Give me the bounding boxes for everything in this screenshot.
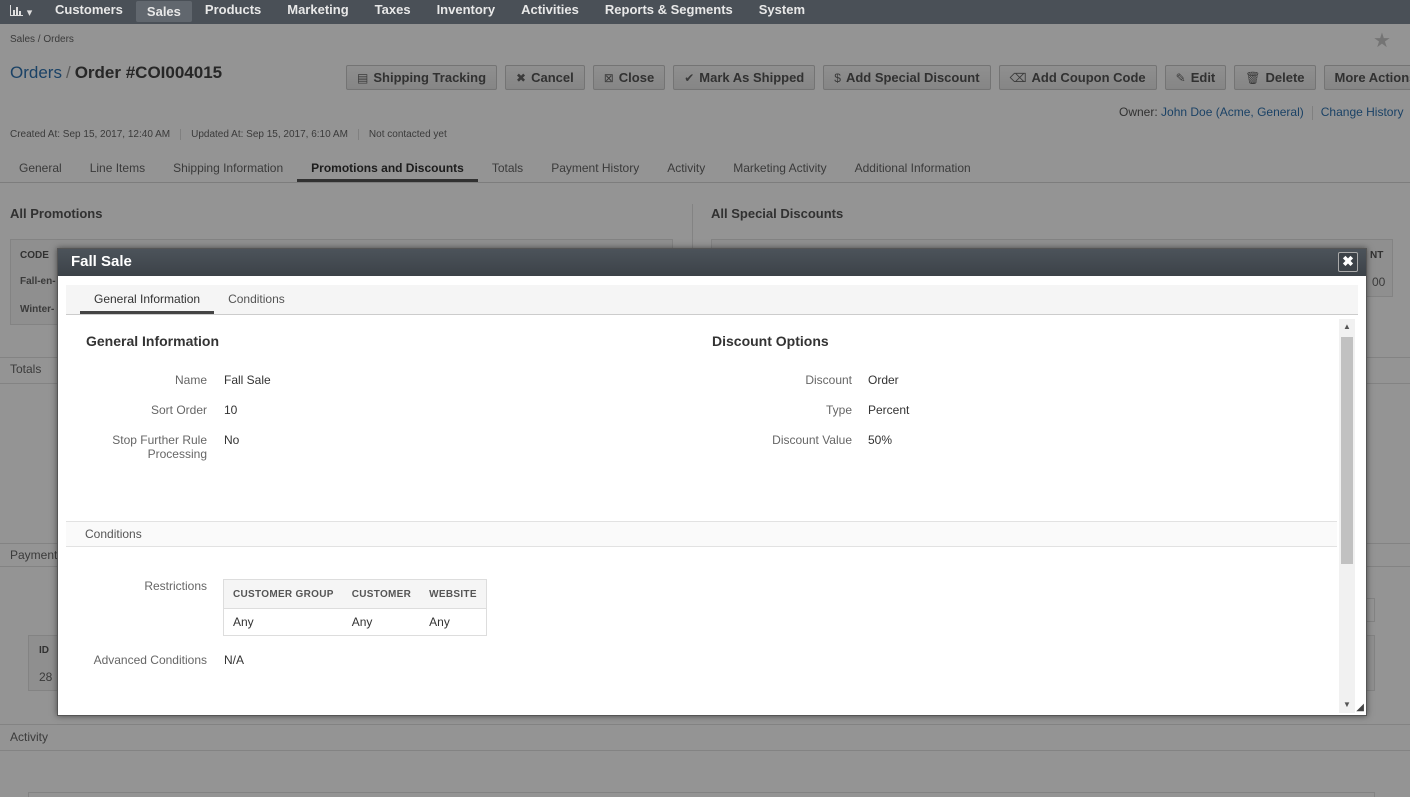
nav-marketing[interactable]: Marketing — [274, 0, 361, 24]
nav-activities[interactable]: Activities — [508, 0, 592, 24]
scroll-down-icon[interactable]: ▼ — [1339, 697, 1355, 713]
dialog-body: General Information Name Fall Sale Sort … — [66, 317, 1337, 713]
dialog-scrollbar[interactable]: ▲ ▼ — [1339, 319, 1355, 713]
nav-sales[interactable]: Sales — [135, 0, 192, 22]
dialog-tabs: General Information Conditions — [66, 285, 1358, 315]
scroll-up-icon[interactable]: ▲ — [1339, 319, 1355, 335]
close-icon[interactable]: ✖ — [1338, 252, 1358, 272]
nav-inventory[interactable]: Inventory — [424, 0, 509, 24]
nav-products[interactable]: Products — [192, 0, 274, 24]
discount-value-label: Discount Value — [772, 433, 852, 447]
website-header: WEBSITE — [420, 579, 487, 609]
general-information-heading: General Information — [86, 333, 220, 349]
type-label: Type — [825, 403, 852, 417]
tab-conditions[interactable]: Conditions — [214, 285, 299, 314]
bar-chart-icon — [9, 5, 23, 19]
name-label: Name — [174, 373, 207, 387]
nav-customers[interactable]: Customers — [42, 0, 136, 24]
caret-down-icon: ▾ — [26, 6, 33, 19]
dialog-title: Fall Sale — [71, 253, 132, 270]
dialog-title-bar[interactable]: Fall Sale ✖ — [58, 249, 1366, 276]
customer-group-header: CUSTOMER GROUP — [223, 579, 343, 609]
sort-order-value: 10 — [224, 403, 238, 417]
stop-further-rule-processing-label: Stop Further Rule Processing — [112, 433, 207, 461]
tab-general-information[interactable]: General Information — [80, 285, 215, 314]
customer-group-cell: Any — [233, 615, 254, 629]
scrollbar-thumb[interactable] — [1341, 337, 1353, 564]
advanced-conditions-value: N/A — [224, 653, 245, 667]
website-cell: Any — [429, 615, 450, 629]
stop-further-rule-processing-value: No — [224, 433, 240, 447]
discount-options-heading: Discount Options — [712, 333, 829, 349]
table-row: Any Any Any — [224, 609, 487, 636]
promotion-dialog: Fall Sale ✖ General Information Conditio… — [57, 248, 1367, 716]
conditions-section-bar: Conditions — [66, 521, 1337, 547]
top-navigation: ▾ Customers Sales Products Marketing Tax… — [0, 0, 1410, 24]
type-value: Percent — [868, 403, 910, 417]
customer-cell: Any — [351, 615, 373, 629]
sort-order-label: Sort Order — [150, 403, 207, 417]
restrictions-label: Restrictions — [144, 579, 207, 593]
discount-value: Order — [868, 373, 899, 387]
discount-value-amount: 50% — [868, 433, 893, 447]
restrictions-table: CUSTOMER GROUP CUSTOMER WEBSITE Any Any … — [223, 579, 487, 636]
nav-system[interactable]: System — [746, 0, 818, 24]
advanced-conditions-label: Advanced Conditions — [93, 653, 207, 667]
dashboard-menu-button[interactable]: ▾ — [0, 0, 42, 24]
name-value: Fall Sale — [224, 373, 271, 387]
customer-header: CUSTOMER — [342, 579, 421, 609]
discount-label: Discount — [805, 373, 852, 387]
nav-reports-segments[interactable]: Reports & Segments — [592, 0, 746, 24]
resize-handle-icon[interactable]: ◢ — [1356, 702, 1364, 713]
nav-taxes[interactable]: Taxes — [362, 0, 424, 24]
